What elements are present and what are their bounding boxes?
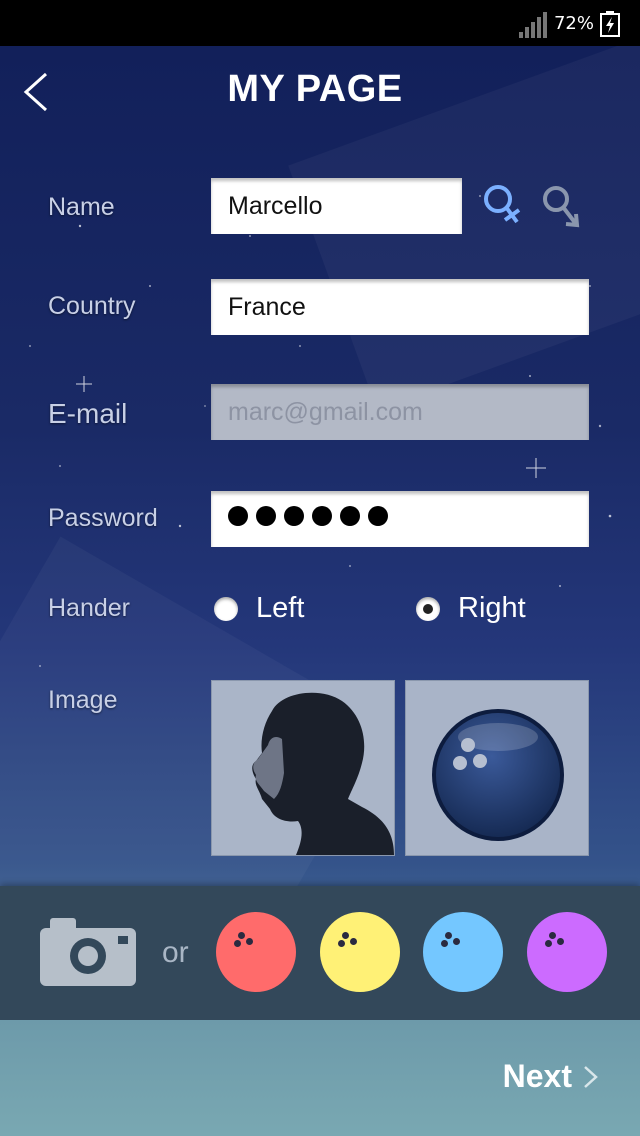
country-label: Country	[48, 292, 136, 320]
country-field[interactable]	[211, 279, 589, 335]
header: MY PAGE	[0, 46, 640, 136]
hander-left-radio[interactable]: Left	[214, 592, 304, 625]
next-label: Next	[502, 1058, 572, 1094]
female-symbol-icon[interactable]	[481, 182, 525, 232]
or-text: or	[162, 936, 189, 969]
hander-right-radio[interactable]: Right	[416, 592, 526, 625]
person-silhouette-image	[212, 681, 394, 855]
radio-unselected	[214, 596, 238, 621]
red-ball-avatar[interactable]	[216, 912, 296, 992]
battery-percent: 72%	[553, 13, 594, 34]
email-field	[211, 384, 589, 440]
email-label: E-mail	[48, 398, 128, 429]
battery-charging-icon	[600, 11, 620, 37]
yellow-ball-avatar[interactable]	[320, 912, 400, 992]
hander-label: Hander	[48, 594, 130, 622]
blue-ball-avatar[interactable]	[423, 912, 503, 992]
name-label: Name	[48, 193, 115, 221]
radio-selected	[416, 596, 440, 621]
hander-right-label: Right	[458, 592, 526, 624]
profile-photo[interactable]	[211, 680, 395, 856]
camera-icon[interactable]	[40, 914, 136, 986]
chevron-right-icon	[584, 1065, 598, 1088]
next-button[interactable]: Next	[503, 1058, 600, 1095]
male-symbol-icon[interactable]	[540, 182, 584, 232]
password-mask	[228, 506, 396, 531]
image-label: Image	[48, 686, 118, 714]
ball-avatar-image	[432, 709, 564, 841]
purple-ball-avatar[interactable]	[527, 912, 607, 992]
page-title: MY PAGE	[227, 68, 403, 110]
hander-left-label: Left	[256, 592, 305, 624]
password-label: Password	[48, 504, 158, 532]
default-avatar-ball[interactable]	[405, 680, 589, 856]
signal-bars-icon	[519, 12, 547, 38]
name-field[interactable]	[211, 178, 462, 234]
status-bar: 72%	[0, 0, 640, 46]
